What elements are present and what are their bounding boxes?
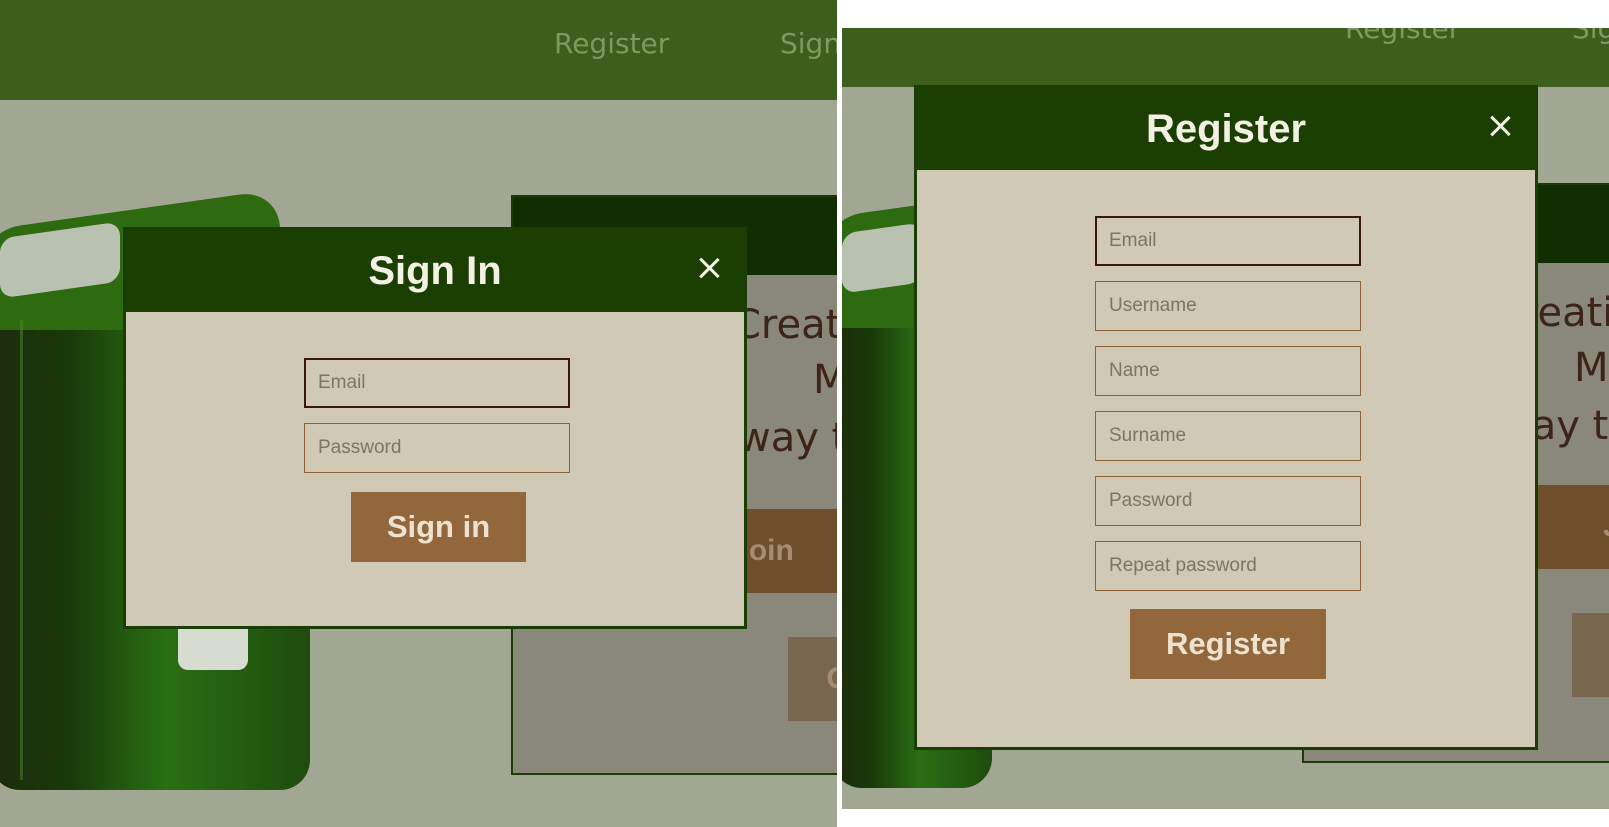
go-button[interactable]: G — [1572, 613, 1609, 697]
hero-line-1: Creati — [733, 302, 837, 348]
go-button[interactable]: G — [788, 637, 837, 721]
password-field[interactable] — [1095, 476, 1361, 526]
email-field[interactable] — [1095, 216, 1361, 266]
join-button-label: Join — [1603, 510, 1609, 544]
nav-sign-in-link[interactable]: Sign In — [780, 27, 837, 60]
hero-line-2: M — [1574, 345, 1609, 391]
surname-field[interactable] — [1095, 411, 1361, 461]
register-modal: Register Register — [914, 85, 1538, 750]
sign-in-button[interactable]: Sign in — [351, 492, 526, 562]
register-button[interactable]: Register — [1130, 609, 1326, 679]
top-nav: Register Sign In — [0, 0, 837, 100]
modal-header: Sign In — [126, 230, 744, 312]
go-button-label: G — [826, 662, 837, 696]
repeat-password-field[interactable] — [1095, 541, 1361, 591]
nav-register-link[interactable]: Register — [554, 27, 669, 60]
hero-line-3: way to — [738, 415, 837, 461]
close-icon[interactable] — [698, 257, 720, 279]
join-button[interactable]: Join — [1534, 485, 1609, 569]
hero-line-2: M — [813, 357, 837, 403]
name-field[interactable] — [1095, 346, 1361, 396]
modal-title: Register — [1145, 106, 1307, 151]
signin-screen: Register Sign In Creati M way to Join G … — [0, 0, 837, 827]
register-screen: Register Sign In Creati M way to Join G … — [842, 28, 1609, 809]
nav-register-link[interactable]: Register — [1345, 28, 1460, 45]
modal-title: Sign In — [368, 248, 502, 293]
password-field[interactable] — [304, 423, 570, 473]
modal-header: Register — [917, 88, 1535, 170]
email-field[interactable] — [304, 358, 570, 408]
close-icon[interactable] — [1489, 115, 1511, 137]
username-field[interactable] — [1095, 281, 1361, 331]
nav-sign-in-link[interactable]: Sign In — [1572, 28, 1609, 45]
sign-in-modal: Sign In Sign in — [123, 227, 747, 629]
top-nav: Register Sign In — [842, 28, 1609, 87]
